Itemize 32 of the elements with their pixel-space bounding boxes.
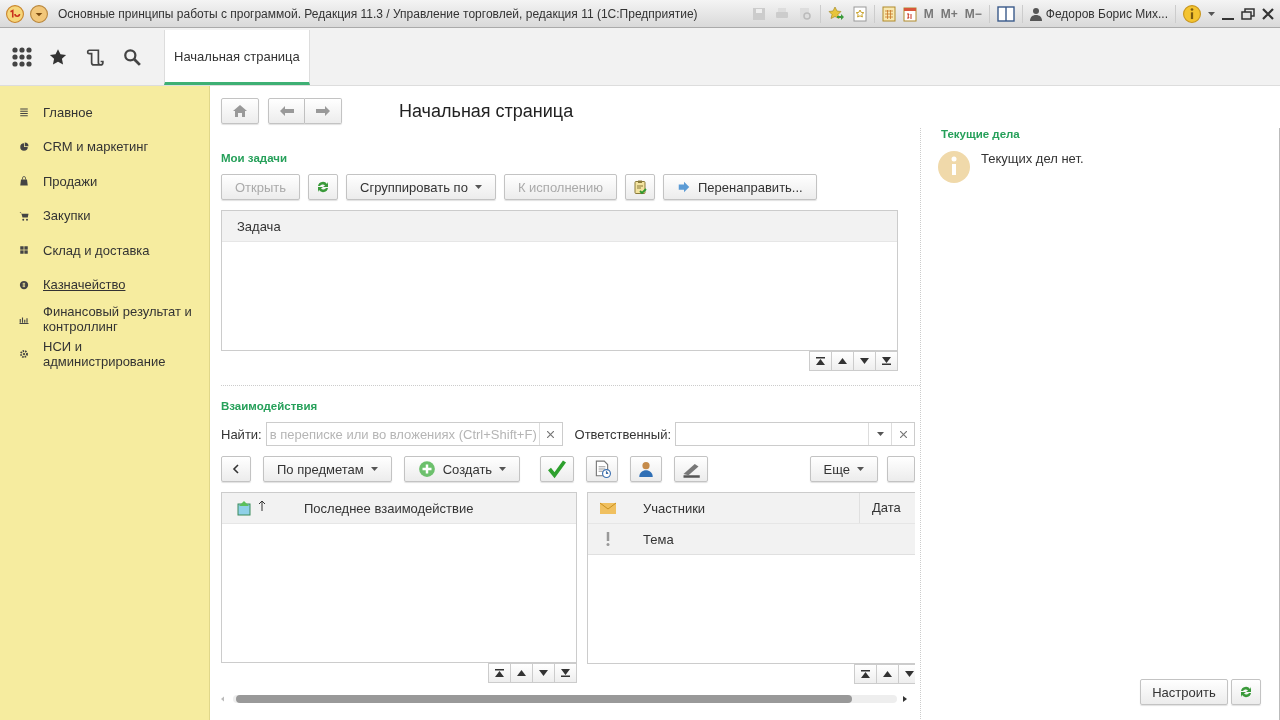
column-header[interactable]: Тема	[628, 531, 674, 547]
sidebar-item[interactable]: Продажи	[43, 173, 98, 189]
dropdown-button[interactable]: Сгруппировать по	[346, 174, 496, 200]
memory-button[interactable]: M−	[964, 6, 982, 21]
column-header[interactable]: Задача	[237, 218, 281, 234]
search-field[interactable]: в переписке или во вложениях (Ctrl+Shift+F)	[265, 422, 563, 446]
column-header[interactable]: Дата	[859, 493, 909, 523]
sidebar-item[interactable]: Казначейство	[43, 277, 126, 293]
section-title: Взаимодействия	[221, 400, 319, 412]
section-title: Текущие дела	[941, 128, 1021, 140]
memory-button[interactable]: M	[923, 6, 934, 21]
dropdown-button[interactable]: Создать	[403, 456, 521, 482]
tab[interactable]: Начальная страница	[164, 30, 310, 85]
settings-button[interactable]: Настроить	[1140, 679, 1228, 705]
toolbar-button[interactable]: Перенаправить...	[663, 174, 817, 200]
user-name[interactable]: Федоров Борис Мих...	[1045, 6, 1168, 21]
page-title: Начальная страница	[399, 100, 574, 122]
sidebar-item[interactable]: Финансовый результат и контроллинг	[43, 304, 199, 335]
memory-button[interactable]: M+	[940, 6, 958, 21]
window-title: Основные принципы работы с программой. Редакция 11.3 / Управление торговлей, редакция 11 (1С:Предприятие)	[58, 6, 698, 21]
section-title: Мои задачи	[221, 152, 288, 164]
dropdown-button[interactable]: По предметам	[263, 456, 392, 482]
dropdown-button[interactable]: Еще	[809, 456, 878, 482]
field-label: Найти:	[221, 426, 262, 442]
sidebar-item[interactable]: Главное	[43, 104, 93, 120]
sidebar-item[interactable]: CRM и маркетинг	[43, 139, 149, 155]
sidebar-item[interactable]: Склад и доставка	[43, 242, 150, 258]
field-label: Ответственный:	[574, 426, 671, 442]
sidebar-item[interactable]: НСИ и администрирование	[43, 338, 199, 369]
sidebar-item[interactable]: Закупки	[43, 208, 91, 224]
empty-message: Текущих дел нет.	[981, 151, 1084, 166]
column-header[interactable]: Участники	[628, 500, 859, 516]
